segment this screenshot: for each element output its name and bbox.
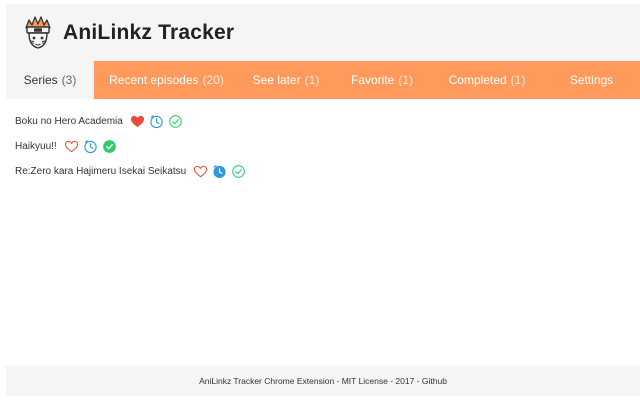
tab-completed[interactable]: Completed (1) [431, 61, 543, 99]
tab-label: Favorite [350, 73, 395, 87]
tab-label: Series [23, 73, 58, 87]
clock-outline-icon[interactable] [83, 139, 98, 154]
tab-favorite[interactable]: Favorite (1) [333, 61, 431, 99]
heart-outline-icon[interactable] [64, 139, 79, 154]
github-link[interactable]: Github [422, 376, 447, 386]
header: AniLinkz Tracker [6, 4, 640, 61]
clock-filled-icon[interactable] [212, 164, 227, 179]
app-window: AniLinkz Tracker Series (3) Recent episo… [0, 0, 640, 400]
tab-recent-episodes[interactable]: Recent episodes (20) [94, 61, 239, 99]
tab-count: (20) [202, 73, 224, 87]
heart-filled-icon[interactable] [130, 114, 145, 129]
tab-count: (1) [304, 73, 320, 87]
tab-label: See later [252, 73, 301, 87]
footer-text: AniLinkz Tracker Chrome Extension - MIT … [199, 376, 422, 386]
series-row: Haikyuu!! [15, 134, 250, 159]
ninja-head-icon [23, 15, 53, 50]
check-circle-outline-icon[interactable] [168, 114, 183, 129]
tab-count: (3) [61, 73, 77, 87]
series-name: Boku no Hero Academia [15, 116, 123, 127]
tab-count: (1) [398, 73, 414, 87]
app-title: AniLinkz Tracker [63, 20, 235, 44]
tab-bar: Series (3) Recent episodes (20) See late… [6, 61, 640, 99]
series-list: Boku no Hero Academia Haikyuu!! Re:Zero … [15, 109, 250, 184]
tab-settings[interactable]: Settings [543, 61, 640, 99]
clock-outline-icon[interactable] [149, 114, 164, 129]
tab-count: (1) [510, 73, 526, 87]
tab-label: Completed [448, 73, 507, 87]
heart-outline-icon[interactable] [193, 164, 208, 179]
series-row: Re:Zero kara Hajimeru Isekai Seikatsu [15, 159, 250, 184]
series-name: Haikyuu!! [15, 141, 57, 152]
series-row: Boku no Hero Academia [15, 109, 250, 134]
check-circle-outline-icon[interactable] [231, 164, 246, 179]
footer: AniLinkz Tracker Chrome Extension - MIT … [6, 366, 640, 396]
tab-series[interactable]: Series (3) [6, 61, 94, 99]
check-circle-filled-icon[interactable] [102, 139, 117, 154]
tab-label: Settings [569, 73, 614, 87]
series-name: Re:Zero kara Hajimeru Isekai Seikatsu [15, 166, 187, 177]
tab-see-later[interactable]: See later (1) [239, 61, 333, 99]
tab-label: Recent episodes [109, 73, 199, 87]
